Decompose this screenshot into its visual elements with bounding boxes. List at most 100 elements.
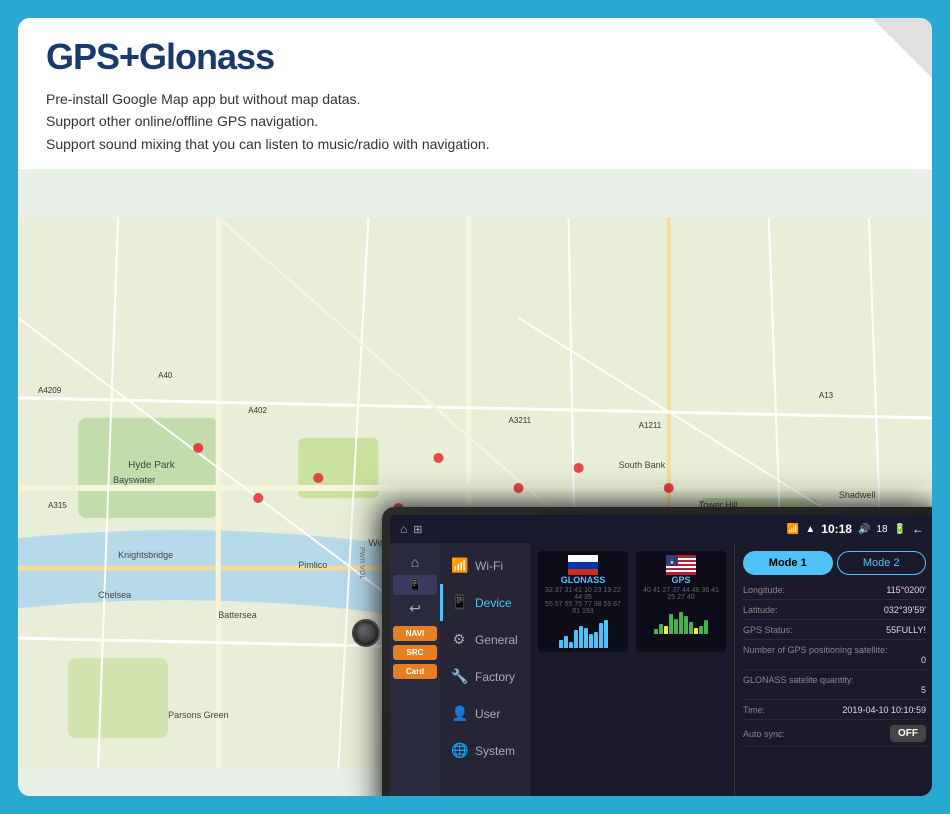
status-bar: ⌂ ⊞ 📶 ▲ 10:18 🔊 18 🔋 ← (390, 515, 932, 543)
right-panel: Mode 1 Mode 2 Longitude: 115°0200' Latit… (734, 543, 932, 796)
svg-text:Knightsbridge: Knightsbridge (118, 550, 173, 560)
mode-buttons: Mode 1 Mode 2 (743, 551, 926, 575)
num-sat-label: Number of GPS positioning satellite: (743, 645, 888, 655)
menu-panel: 📶 Wi-Fi 📱 Device ⚙ General (440, 543, 530, 796)
svg-text:A4209: A4209 (38, 386, 62, 395)
settings-icon[interactable]: ⊞ (413, 523, 422, 536)
time-label: Time: (743, 705, 765, 715)
time-row: Time: 2019-04-10 10:10:59 (743, 705, 926, 720)
num-sat-value: 0 (921, 655, 926, 665)
longitude-label: Longitude: (743, 585, 785, 595)
svg-text:A1211: A1211 (639, 421, 662, 430)
satellite-section: GLONASS 32 37 31 41 10 23 19 22 44 35 55… (538, 551, 726, 652)
mode2-button[interactable]: Mode 2 (837, 551, 927, 575)
pwr-vol-label: PWR VOL (358, 547, 365, 579)
auto-sync-row: Auto sync: OFF (743, 725, 926, 747)
svg-text:A3211: A3211 (509, 416, 532, 425)
nav-src[interactable]: SRC (393, 645, 437, 660)
menu-general[interactable]: ⚙ General (440, 621, 529, 658)
description-text: Pre-install Google Map app but without m… (46, 88, 904, 155)
svg-text:Parsons Green: Parsons Green (168, 710, 229, 720)
menu-factory[interactable]: 🔧 Factory (440, 658, 529, 695)
device-menu-icon: 📱 (451, 594, 467, 611)
home-icon[interactable]: ⌂ (400, 522, 407, 536)
status-time: 10:18 (821, 522, 852, 536)
desc-line1: Pre-install Google Map app but without m… (46, 88, 904, 110)
gps-status-value: 55FULLY! (886, 625, 926, 635)
svg-text:A402: A402 (248, 406, 267, 415)
factory-menu-icon: 🔧 (451, 668, 467, 685)
latitude-row: Latitude: 032°39'59' (743, 605, 926, 620)
signal-icon: 📶 (787, 524, 799, 535)
time-value: 2019-04-10 10:10:59 (842, 705, 926, 715)
latitude-value: 032°39'59' (884, 605, 926, 615)
nav-home[interactable]: ⌂ (393, 551, 437, 573)
menu-wifi-label: Wi-Fi (475, 559, 503, 573)
nav-navi[interactable]: NAVI (393, 626, 437, 641)
menu-general-label: General (475, 633, 518, 647)
svg-text:Battersea: Battersea (218, 610, 257, 620)
nav-panel: ⌂ 📱 ↩ NAVI SRC (390, 543, 440, 796)
latitude-label: Latitude: (743, 605, 778, 615)
glonass-qty-value: 5 (921, 685, 926, 695)
header-section: GPS+Glonass Pre-install Google Map app b… (18, 18, 932, 169)
screen-content: ⌂ 📱 ↩ NAVI SRC (390, 543, 932, 796)
title-area: GPS+Glonass (46, 36, 904, 78)
nav-device[interactable]: 📱 (393, 575, 437, 595)
svg-text:South Bank: South Bank (619, 460, 666, 470)
wifi-icon: ▲ (805, 524, 815, 535)
svg-text:Chelsea: Chelsea (98, 590, 131, 600)
back-btn[interactable]: ← (912, 522, 924, 536)
gps-block: ★ GPS 40 41 27 37 44 46 36 41 25 27 40 (636, 551, 726, 652)
desc-line2: Support other online/offline GPS navigat… (46, 110, 904, 132)
glonass-nums: 32 37 31 41 10 23 19 22 44 35 (542, 587, 624, 601)
menu-system[interactable]: 🌐 System (440, 732, 529, 769)
menu-device[interactable]: 📱 Device (440, 584, 529, 621)
us-flag: ★ (666, 555, 696, 575)
svg-text:A13: A13 (819, 391, 834, 400)
menu-factory-label: Factory (475, 670, 515, 684)
mode1-button[interactable]: Mode 1 (743, 551, 833, 575)
gps-label: GPS (671, 575, 690, 585)
svg-text:Bayswater: Bayswater (113, 475, 155, 485)
gps-bars (654, 604, 708, 634)
main-container: GPS+Glonass Pre-install Google Map app b… (18, 18, 932, 796)
nav-card[interactable]: Card (393, 664, 437, 679)
device-container: PWR VOL RST ⌂ ⊞ 📶 ▲ 10:18 🔊 18 (382, 487, 932, 796)
menu-system-label: System (475, 744, 515, 758)
volume-icon: 🔊 (858, 524, 870, 535)
svg-text:Hyde Park: Hyde Park (128, 460, 176, 471)
gps-status-label: GPS Status: (743, 625, 793, 635)
glonass-block: GLONASS 32 37 31 41 10 23 19 22 44 35 55… (538, 551, 628, 652)
volume-knob[interactable] (352, 619, 380, 647)
longitude-row: Longitude: 115°0200' (743, 585, 926, 600)
auto-sync-label: Auto sync: (743, 729, 785, 739)
menu-device-label: Device (475, 596, 512, 610)
info-rows: Longitude: 115°0200' Latitude: 032°39'59… (743, 585, 926, 747)
svg-text:A40: A40 (158, 371, 173, 380)
glonass-nums2: 55 57 55 75 77 38 55 67 81 193 (542, 601, 624, 615)
general-menu-icon: ⚙ (451, 631, 467, 648)
menu-wifi[interactable]: 📶 Wi-Fi (440, 547, 529, 584)
glonass-qty-row: GLONASS satelite quantity: 5 (743, 675, 926, 700)
wifi-menu-icon: 📶 (451, 557, 467, 574)
content-area: London Westminster Hyde Park Bayswater K… (18, 169, 932, 796)
battery-icon: 🔋 (894, 524, 906, 535)
main-title: GPS+Glonass (46, 36, 274, 78)
device-screen: ⌂ ⊞ 📶 ▲ 10:18 🔊 18 🔋 ← (390, 515, 932, 796)
device-outer: PWR VOL RST ⌂ ⊞ 📶 ▲ 10:18 🔊 18 (382, 507, 932, 796)
menu-user-label: User (475, 707, 500, 721)
gps-status-row: GPS Status: 55FULLY! (743, 625, 926, 640)
glonass-bars (559, 618, 608, 648)
russian-flag (568, 555, 598, 575)
nav-back[interactable]: ↩ (393, 597, 437, 620)
svg-text:A315: A315 (48, 501, 67, 510)
svg-text:★: ★ (670, 560, 675, 566)
gps-panel: GLONASS 32 37 31 41 10 23 19 22 44 35 55… (530, 543, 734, 796)
glonass-label: GLONASS (561, 575, 606, 585)
menu-user[interactable]: 👤 User (440, 695, 529, 732)
volume-level: 18 (876, 524, 887, 535)
gps-nums: 40 41 27 37 44 46 36 41 25 27 40 (640, 587, 722, 601)
auto-sync-value[interactable]: OFF (890, 725, 926, 742)
svg-text:Pimlico: Pimlico (298, 560, 327, 570)
